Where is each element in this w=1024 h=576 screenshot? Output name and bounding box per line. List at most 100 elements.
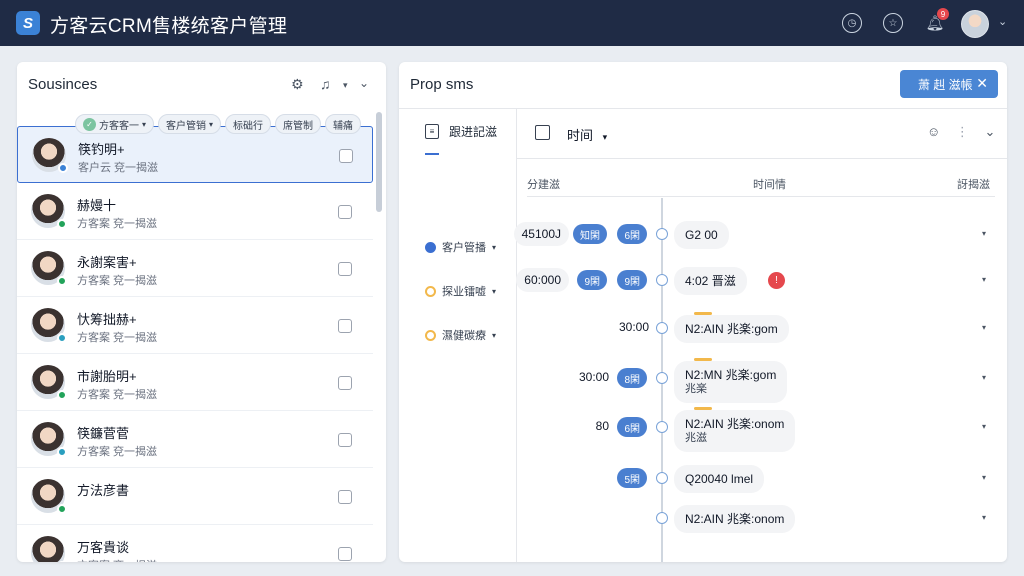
contact-checkbox[interactable] <box>338 433 352 447</box>
timeline-card[interactable]: G2 00 <box>674 221 729 249</box>
status-dot <box>57 561 67 562</box>
filter-label: 濕健碳療 <box>442 330 486 342</box>
time-sort-dropdown[interactable]: 时间 ▾ <box>567 125 607 144</box>
contact-row[interactable]: 永謝案害+ 方客案 兗一揭滋 <box>17 240 373 297</box>
calendar-icon[interactable] <box>535 125 550 140</box>
subnav-tab[interactable]: ≡ 跟进記滋 <box>425 123 497 140</box>
timeline-node <box>656 274 668 286</box>
filter-label: 客户管播 <box>442 242 486 254</box>
filter-status-icon <box>425 241 436 253</box>
action-button-label: 萧 赳 滋帳 <box>918 77 973 92</box>
filter-item[interactable]: 客户管播 ▾ <box>425 239 496 255</box>
expand-caret-icon[interactable]: ▾ <box>982 275 986 284</box>
filter-chip-label: 方客客一 <box>99 120 139 132</box>
user-avatar[interactable] <box>961 10 989 38</box>
highlight-bar <box>694 312 712 315</box>
contact-row[interactable]: 赫嫚十 方客案 兗一揭滋 <box>17 183 373 240</box>
contact-avatar <box>31 536 65 562</box>
expand-caret-icon[interactable]: ▾ <box>982 422 986 431</box>
divider <box>527 196 995 197</box>
timeline-card-title: 4:02 晋滋 <box>685 274 736 288</box>
caret-down-icon: ▾ <box>209 119 214 129</box>
panel-title: Prop sms <box>410 76 474 93</box>
highlight-bar <box>694 407 712 410</box>
timeline-card[interactable]: Q20040 lmel <box>674 465 765 493</box>
contact-checkbox[interactable] <box>338 319 352 333</box>
close-icon[interactable]: ✕ <box>976 75 988 92</box>
timeline-card[interactable]: 4:02 晋滋 <box>674 267 747 295</box>
notification-badge: 9 <box>937 8 949 20</box>
expand-caret-icon[interactable]: ▾ <box>982 373 986 382</box>
filter-chip[interactable]: 标础行 <box>225 114 272 134</box>
timeline-time: 80 <box>595 419 609 433</box>
filter-chip-label: 辅痛 <box>333 120 354 132</box>
filter-status-icon <box>425 329 436 341</box>
timeline-card[interactable]: N2:AIN 兆楽:onom 兆滋 <box>674 407 796 452</box>
filter-chip[interactable]: 客户管销 ▾ <box>158 114 222 134</box>
timeline-panel: Prop sms 萧 赳 滋帳 ✕ ≡ 跟进記滋 客户管播 ▾ 探业镭嘘 ▾ 濕健碳療 ▾… <box>399 62 1007 562</box>
contact-checkbox[interactable] <box>338 490 352 504</box>
contact-name: 赫嫚十 <box>77 198 117 213</box>
duration-pill: 6閑 <box>617 417 647 437</box>
timeline-card[interactable]: N2:MN 兆楽:gom 兆楽 <box>674 358 788 403</box>
contacts-panel: Sousinces ⚙ ♫ ▾ ⌄ 筷钓明+ 客户云 兗一揭滋 赫嫚十 方客案 兗一揭… <box>17 62 386 562</box>
contact-checkbox[interactable] <box>338 547 352 561</box>
filter-chip[interactable]: ✓ 方客客一 ▾ <box>75 114 155 134</box>
status-dot <box>57 447 67 457</box>
filter-chip[interactable]: 辅痛 <box>325 114 362 134</box>
caret-down-icon: ▾ <box>492 286 497 296</box>
filter-item[interactable]: 探业镭嘘 ▾ <box>425 283 496 299</box>
timeline-node <box>656 421 668 433</box>
contact-row[interactable]: 市謝胎明+ 方客案 兗一揭滋 <box>17 354 373 411</box>
clock-icon[interactable]: ◷ <box>842 13 862 33</box>
time-sort-label: 时间 <box>567 128 594 143</box>
action-button[interactable]: 萧 赳 滋帳 ✕ <box>900 70 998 98</box>
more-icon[interactable]: ⋮ <box>956 124 969 139</box>
chevron-down-icon[interactable]: ⌄ <box>985 124 996 139</box>
contact-name: 筷钓明+ <box>78 142 125 157</box>
timeline-card[interactable]: N2:AIN 兆楽:gom <box>674 312 789 343</box>
expand-caret-icon[interactable]: ▾ <box>982 229 986 238</box>
contact-checkbox[interactable] <box>339 149 353 163</box>
expand-caret-icon[interactable]: ▾ <box>982 473 986 482</box>
contact-checkbox[interactable] <box>338 262 352 276</box>
filter-chip[interactable]: 席管制 <box>275 114 322 134</box>
filter-status-icon <box>425 285 436 297</box>
alert-icon[interactable]: ! <box>768 272 785 289</box>
filter-chip-label: 客户管销 <box>166 120 207 132</box>
timeline-card-title: Q20040 lmel <box>685 472 754 486</box>
caret-down-icon: ▾ <box>492 242 497 252</box>
expand-caret-icon[interactable]: ▾ <box>982 513 986 522</box>
caret-down-icon[interactable]: ▾ <box>343 80 348 91</box>
caret-down-icon: ▾ <box>492 330 497 340</box>
status-dot <box>57 276 67 286</box>
chevron-down-icon[interactable]: ⌄ <box>998 15 1007 28</box>
timeline-card-title: N2:MN 兆楽:gom <box>685 368 777 382</box>
status-dot <box>57 390 67 400</box>
filter-item[interactable]: 濕健碳療 ▾ <box>425 327 496 343</box>
contact-name: 万客貴谈 <box>77 540 130 555</box>
contact-checkbox[interactable] <box>338 376 352 390</box>
contact-checkbox[interactable] <box>338 205 352 219</box>
chevron-down-icon[interactable]: ⌄ <box>359 76 369 90</box>
contact-row[interactable]: 万客貴谈方客案 兗一揭滋 <box>17 525 373 562</box>
timeline-card[interactable]: N2:AIN 兆楽:onom <box>674 505 796 533</box>
face-icon[interactable]: ☺ <box>927 124 940 139</box>
contact-row[interactable]: 方法彦書 <box>17 468 373 525</box>
contact-row[interactable]: 筷钓明+ 客户云 兗一揭滋 <box>17 126 373 183</box>
contact-row[interactable]: 筷鐮菅菅 方客案 兗一揭滋 <box>17 411 373 468</box>
filter-chips: ✓ 方客客一 ▾ 客户管销 ▾ 标础行 席管制 辅痛 <box>75 114 362 134</box>
caret-down-icon: ▾ <box>602 132 608 142</box>
scrollbar[interactable] <box>376 112 382 212</box>
puzzle-icon[interactable]: ⚙ <box>291 76 304 93</box>
status-dot <box>57 504 67 514</box>
expand-caret-icon[interactable]: ▾ <box>982 323 986 332</box>
timeline-node <box>656 228 668 240</box>
timeline-toolbar: 时间 ▾ ☺ ⋮ ⌄ <box>517 109 1007 159</box>
status-dot <box>57 333 67 343</box>
star-icon[interactable]: ☆ <box>883 13 903 33</box>
contact-name: 筷鐮菅菅 <box>77 426 130 441</box>
bell-icon[interactable]: ♫ <box>320 76 331 92</box>
status-dot <box>57 219 67 229</box>
contact-row[interactable]: 忕筹拙赫+ 方客案 兗一揭滋 <box>17 297 373 354</box>
